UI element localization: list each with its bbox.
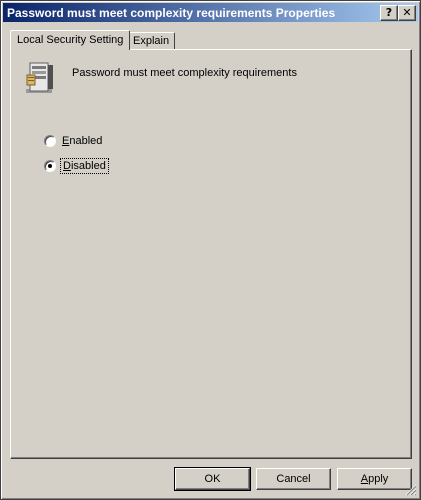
- help-button[interactable]: ?: [380, 5, 398, 21]
- radio-circle[interactable]: [44, 135, 56, 147]
- tab-local-security-setting[interactable]: Local Security Setting: [10, 30, 130, 50]
- close-button[interactable]: ✕: [398, 5, 416, 21]
- radio-disabled[interactable]: Disabled: [44, 158, 109, 174]
- policy-name: Password must meet complexity requiremen…: [72, 67, 297, 79]
- radio-enabled[interactable]: Enabled: [44, 135, 102, 147]
- cancel-button[interactable]: Cancel: [256, 468, 331, 490]
- ok-button[interactable]: OK: [174, 467, 251, 491]
- close-icon: ✕: [402, 6, 412, 19]
- radio-circle-selected[interactable]: [44, 160, 56, 172]
- tab-panel: Password must meet complexity requiremen…: [10, 49, 412, 459]
- radio-label-disabled: Disabled: [60, 158, 109, 174]
- apply-button[interactable]: Apply: [337, 468, 412, 490]
- title-bar[interactable]: Password must meet complexity requiremen…: [3, 3, 418, 22]
- radio-label-enabled: Enabled: [62, 135, 103, 147]
- properties-dialog: Password must meet complexity requiremen…: [0, 0, 421, 500]
- window-title: Password must meet complexity requiremen…: [7, 5, 336, 20]
- tab-explain[interactable]: Explain: [128, 32, 175, 49]
- server-policy-icon: [26, 62, 53, 93]
- resize-grip-icon[interactable]: [405, 484, 417, 496]
